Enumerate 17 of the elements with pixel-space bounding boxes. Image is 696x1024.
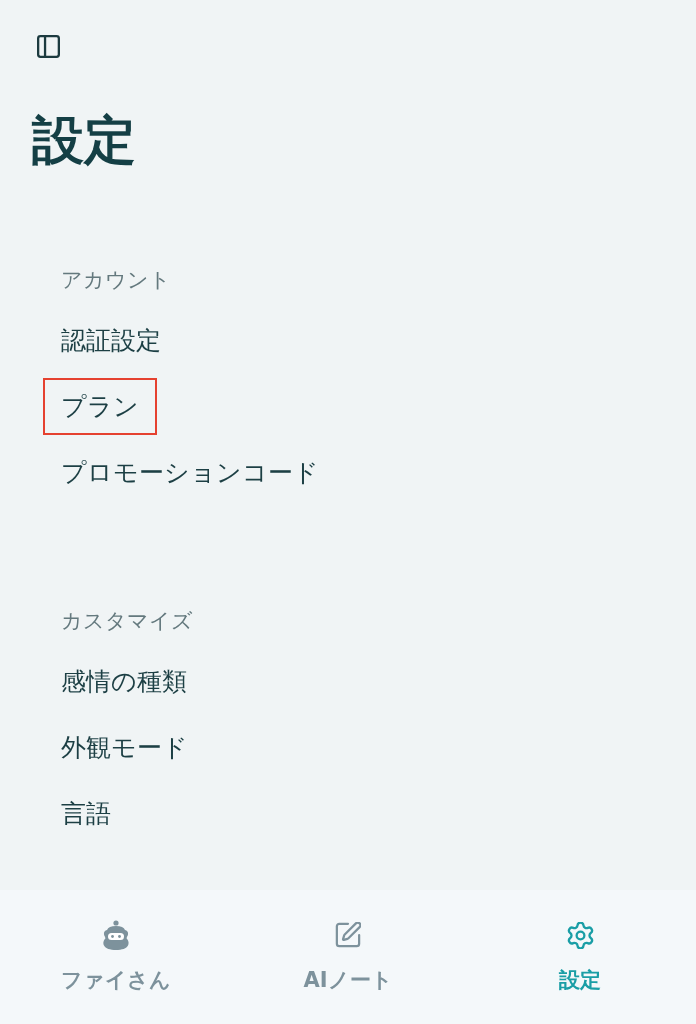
section-heading: カスタマイズ	[61, 608, 193, 634]
settings-item[interactable]: 認証設定	[43, 312, 179, 369]
section-heading: アカウント	[61, 267, 171, 293]
tab-label: ファイさん	[61, 967, 171, 993]
settings-item[interactable]: 言語	[43, 785, 129, 842]
tab-label: 設定	[559, 967, 601, 993]
tab-label: AIノート	[303, 967, 393, 993]
sidebar-toggle-button[interactable]	[37, 35, 60, 58]
sidebar-icon	[37, 35, 60, 58]
settings-icon	[566, 921, 594, 949]
settings-item[interactable]: プラン	[43, 378, 157, 435]
robot-head-icon	[102, 920, 130, 950]
pencil-square-icon	[335, 922, 361, 948]
page-title: 設定	[32, 110, 136, 170]
settings-item[interactable]: プロモーションコード	[43, 444, 337, 501]
settings-item[interactable]: 感情の種類	[43, 653, 205, 710]
settings-item[interactable]: 外観モード	[43, 719, 206, 776]
